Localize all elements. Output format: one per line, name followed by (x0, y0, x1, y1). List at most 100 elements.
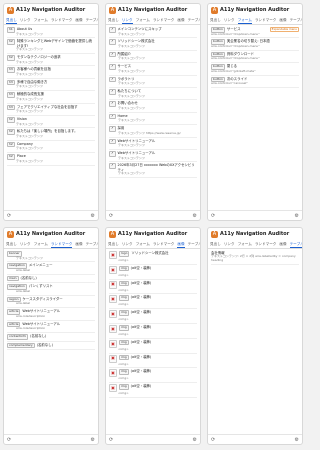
tab-landmarks[interactable]: ランドマーク (51, 16, 73, 24)
tab-tables[interactable]: テーブル (290, 16, 302, 24)
image-item[interactable]: ▣ img (alt空・装飾) <img> (109, 383, 197, 398)
heading-item[interactable]: h2 Place テキストコンテンツ (7, 153, 95, 166)
image-item[interactable]: ▣ img (alt空・装飾) <img> (109, 294, 197, 310)
role-tag: img (119, 384, 129, 390)
landmark-item[interactable]: article Webサイトリニューアル aria-roledescription (7, 321, 95, 333)
tab-tables[interactable]: テーブル (86, 16, 98, 24)
tab-headings[interactable]: 見出し (6, 16, 17, 24)
landmark-item[interactable]: article Webサイトリニューアル aria-roledescription (7, 308, 95, 321)
tab-tables[interactable]: テーブル (188, 16, 200, 24)
tab-landmarks[interactable]: ランドマーク (153, 240, 175, 248)
image-item[interactable]: ▣ img (alt空・装飾) <img> (109, 309, 197, 324)
heading-item[interactable]: h2 モダンなテクノロジーの追求 テキストコンテンツ (7, 54, 95, 67)
tab-tables[interactable]: テーブル (86, 240, 98, 248)
refresh-icon[interactable]: ⟳ (109, 437, 113, 443)
tab-images[interactable]: 画像 (75, 240, 82, 248)
refresh-icon[interactable]: ⟳ (7, 213, 11, 219)
settings-icon[interactable]: ⚙ (193, 213, 197, 219)
link-item[interactable]: ↗ お問い合わせ テキストコンテンツ (109, 100, 197, 113)
heading-item[interactable]: h1 About Us テキストコンテンツ (7, 26, 95, 39)
settings-icon[interactable]: ⚙ (295, 437, 299, 443)
heading-item[interactable]: h3 多様で自由な働き方 テキストコンテンツ (7, 79, 95, 92)
status-badge: Expandable menu (269, 27, 299, 33)
landmark-item[interactable]: contentinfo (名前なし) (7, 333, 95, 342)
landmark-item[interactable]: main (名前なし) (7, 275, 95, 284)
tab-headings[interactable]: 見出し (108, 240, 119, 248)
tab-headings[interactable]: 見出し (210, 240, 221, 248)
link-item[interactable]: ↗ 所属紹介 テキストコンテンツ (109, 51, 197, 64)
landmark-item[interactable]: complementary (名前なし) (7, 342, 95, 351)
tab-links[interactable]: リンク (20, 240, 31, 248)
landmark-item[interactable]: navigation メインメニュー aria-label (7, 262, 95, 275)
tab-images[interactable]: 画像 (75, 16, 82, 24)
link-item[interactable]: ↗ Webサイトリニューアル テキストコンテンツ (109, 150, 197, 163)
landmark-item[interactable]: navigation パンくずリスト aria-label (7, 283, 95, 296)
link-item[interactable]: ↗ Webサイトリニューアル テキストコンテンツ (109, 138, 197, 150)
table-item[interactable]: 会社情報 テキストコンテンツ: 2行 × 2列 aria-labelledby =… (211, 250, 299, 265)
refresh-icon[interactable]: ⟳ (7, 437, 11, 443)
image-item[interactable]: ▣ img (alt空・装飾) <img> (109, 324, 197, 339)
settings-icon[interactable]: ⚙ (193, 437, 197, 443)
tab-images[interactable]: 画像 (279, 240, 286, 248)
tab-links[interactable]: リンク (122, 240, 133, 248)
tab-landmarks[interactable]: ランドマーク (255, 240, 277, 248)
tab-landmarks[interactable]: ランドマーク (50, 240, 73, 248)
heading-item[interactable]: h2 特殊ランキングとWebデザインで価値を提供し続けます! テキストコンテンツ (7, 38, 95, 54)
tab-links[interactable]: リンク (20, 16, 31, 24)
link-item[interactable]: ↗ メインコンテンツにスキップ テキストコンテンツ (109, 26, 197, 39)
image-item[interactable]: ▣ logo ソリッドシーン株式会社 <img> (109, 250, 197, 265)
refresh-icon[interactable]: ⟳ (211, 437, 215, 443)
heading-item[interactable]: h3 お客様への貢献を目指 テキストコンテンツ (7, 66, 95, 79)
tab-forms[interactable]: フォーム (136, 16, 150, 24)
image-item[interactable]: ▣ img (alt空・装飾) <img> (109, 339, 197, 354)
image-item[interactable]: ▣ img (alt空・装飾) <img> (109, 265, 197, 280)
link-item[interactable]: ↗ サービス テキストコンテンツ (109, 63, 197, 76)
link-item[interactable]: ↗ ラボラトリ テキストコンテンツ (109, 76, 197, 88)
tab-headings[interactable]: 見出し (210, 16, 221, 24)
tab-images[interactable]: 画像 (177, 240, 185, 248)
form-control-item[interactable]: button 資料ダウンロード aria-controls="dropdown-me… (211, 51, 299, 64)
heading-item[interactable]: h2 Company テキストコンテンツ (7, 141, 95, 154)
tab-headings[interactable]: 見出し (108, 16, 119, 24)
link-item[interactable]: ↗ 2026年3月27日 xxxxxxx WebのXXアクセシビリティ テキストコン… (109, 162, 197, 178)
form-control-item[interactable]: button サービス Expandable menu aria-controls="… (211, 26, 299, 39)
tab-forms[interactable]: フォーム (136, 240, 150, 248)
tab-forms[interactable]: フォーム (237, 16, 252, 24)
heading-item[interactable]: h2 Vision テキストコンテンツ (7, 116, 95, 129)
tab-forms[interactable]: フォーム (34, 240, 48, 248)
form-control-item[interactable]: button 実企業名の切り替え: 日本語 aria-controls="dropd… (211, 38, 299, 51)
image-item[interactable]: ▣ img (alt空・装飾) <img> (109, 368, 197, 384)
tab-links[interactable]: リンク (224, 16, 235, 24)
tab-bar: 見出し リンク フォーム ランドマーク 画像 テーブル (106, 16, 200, 25)
tab-tables[interactable]: テーブル (289, 240, 302, 248)
tab-forms[interactable]: フォーム (34, 16, 48, 24)
form-control-item[interactable]: button 次のスライド aria-controls="carousel" (211, 76, 299, 88)
heading-item[interactable]: h3 積極的な成長支援 テキストコンテンツ (7, 91, 95, 104)
image-thumbnail-icon: ▣ (109, 324, 117, 333)
link-item[interactable]: ↗ ソリッドシーン株式会社 テキストコンテンツ (109, 38, 197, 51)
tab-forms[interactable]: フォーム (238, 240, 252, 248)
link-item[interactable]: ↗ 私たちについて テキストコンテンツ (109, 88, 197, 101)
landmark-item[interactable]: region ケーススタディスライダー aria-label (7, 296, 95, 309)
refresh-icon[interactable]: ⟳ (109, 213, 113, 219)
settings-icon[interactable]: ⚙ (91, 213, 95, 219)
image-item[interactable]: ▣ img (alt空・装飾) <img> (109, 354, 197, 369)
heading-item[interactable]: h3 フェアでクリエイティブな社会を目指す テキストコンテンツ (7, 104, 95, 116)
settings-icon[interactable]: ⚙ (295, 213, 299, 219)
tab-links[interactable]: リンク (121, 16, 133, 24)
tab-links[interactable]: リンク (224, 240, 235, 248)
tab-tables[interactable]: テーブル (188, 240, 200, 248)
form-control-item[interactable]: button 閉じる aria-controls="gotoleft-mate" (211, 63, 299, 76)
heading-item[interactable]: h2 私たちは「楽しい場所」を目指します。 テキストコンテンツ (7, 128, 95, 141)
link-item[interactable]: ↗ 採用 テキストコンテンツ https://www.reserve.jp/ (109, 125, 197, 138)
landmark-item[interactable]: banner テキストコンテンツ (7, 250, 95, 263)
link-item[interactable]: ↗ Home テキストコンテンツ (109, 113, 197, 126)
tab-images[interactable]: 画像 (279, 16, 286, 24)
refresh-icon[interactable]: ⟳ (211, 213, 215, 219)
tab-landmarks[interactable]: ランドマーク (255, 16, 277, 24)
tab-landmarks[interactable]: ランドマーク (153, 16, 175, 24)
image-item[interactable]: ▣ img (alt空・装飾) <img> (109, 280, 197, 295)
tab-images[interactable]: 画像 (177, 16, 184, 24)
settings-icon[interactable]: ⚙ (91, 437, 95, 443)
tab-headings[interactable]: 見出し (6, 240, 17, 248)
